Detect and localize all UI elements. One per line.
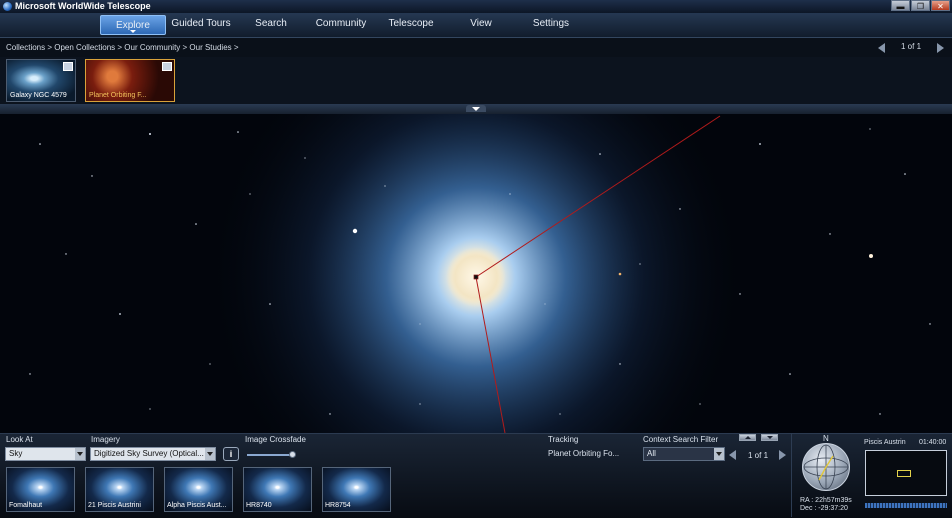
app-title: Microsoft WorldWide Telescope	[15, 1, 151, 11]
thumb-planet-orbiting[interactable]: Planet Orbiting F...	[85, 59, 175, 102]
sky-view[interactable]	[0, 114, 952, 433]
menu-explore[interactable]: Explore	[100, 15, 166, 35]
title-bar: Microsoft WorldWide Telescope ▬ ❐ ✕	[0, 0, 952, 13]
minimize-button[interactable]: ▬	[891, 0, 910, 11]
thumb-badge-icon	[63, 62, 73, 71]
look-at-label: Look At	[6, 435, 33, 444]
main-menu: Explore Guided Tours Search Community Te…	[0, 13, 952, 38]
imagery-dropdown[interactable]: Digitized Sky Survey (Optical...	[90, 447, 216, 461]
collection-pager: 1 of 1	[901, 42, 922, 51]
context-thumb-label: Alpha Piscis Aust...	[167, 502, 227, 509]
target-marker	[473, 274, 479, 280]
chevron-down-icon	[714, 448, 724, 460]
chevron-down-icon	[75, 448, 85, 460]
menu-view[interactable]: View	[452, 18, 510, 29]
menu-community[interactable]: Community	[308, 18, 374, 29]
crossfade-slider[interactable]	[247, 454, 295, 456]
context-thumb-fomalhaut[interactable]: Fomalhaut	[6, 467, 75, 512]
thumb-label: Galaxy NGC 4579	[10, 92, 67, 99]
bright-star	[869, 254, 873, 258]
north-label: N	[823, 434, 829, 443]
context-thumb-label: Fomalhaut	[9, 502, 43, 509]
menu-guided-tours[interactable]: Guided Tours	[166, 18, 236, 29]
chevron-down-icon	[205, 448, 215, 460]
collection-thumbnails: Galaxy NGC 4579 Planet Orbiting F...	[0, 57, 952, 104]
context-next-icon[interactable]	[779, 450, 786, 460]
look-at-value: Sky	[9, 449, 23, 458]
context-filter-label: Context Search Filter	[643, 435, 719, 444]
thumb-galaxy-ngc-4579[interactable]: Galaxy NGC 4579	[6, 59, 76, 102]
app-globe-icon	[3, 2, 12, 11]
prev-page-icon[interactable]	[878, 43, 885, 53]
context-thumb-hr8740[interactable]: HR8740	[243, 467, 312, 512]
context-thumb-hr8754[interactable]: HR8754	[322, 467, 391, 512]
thumb-badge-icon	[162, 62, 172, 71]
globe-grid-icon	[803, 444, 849, 490]
context-filter-dropdown[interactable]: All	[643, 447, 725, 461]
close-button[interactable]: ✕	[931, 0, 950, 11]
restore-button[interactable]: ❐	[911, 0, 930, 11]
view-marker-icon	[897, 470, 911, 477]
crossfade-label: Image Crossfade	[245, 435, 306, 444]
thumb-label: Planet Orbiting F...	[89, 92, 147, 99]
info-button[interactable]: i	[223, 447, 239, 461]
imagery-value: Digitized Sky Survey (Optical...	[94, 449, 204, 458]
context-thumb-alpha-piscis[interactable]: Alpha Piscis Aust...	[164, 467, 233, 512]
breadcrumb[interactable]: Collections > Open Collections > Our Com…	[6, 43, 239, 52]
dec-readout: Dec : -29:37:20	[800, 505, 848, 512]
menu-settings[interactable]: Settings	[520, 18, 582, 29]
menu-telescope[interactable]: Telescope	[378, 18, 444, 29]
window-controls: ▬ ❐ ✕	[891, 0, 950, 11]
context-prev-icon[interactable]	[729, 450, 736, 460]
next-page-icon[interactable]	[937, 43, 944, 53]
breadcrumb-bar: Collections > Open Collections > Our Com…	[0, 38, 952, 57]
imagery-label: Imagery	[91, 435, 120, 444]
context-filter-value: All	[647, 449, 656, 458]
context-thumb-21-piscis-austrini[interactable]: 21 Piscis Austrini	[85, 467, 154, 512]
explore-dropdown-icon	[130, 30, 136, 33]
orientation-globe-icon[interactable]	[802, 443, 850, 491]
collapse-chevron-icon	[472, 107, 480, 111]
context-pager: 1 of 1	[748, 451, 769, 460]
context-thumb-label: 21 Piscis Austrini	[88, 502, 141, 509]
bright-star	[352, 228, 358, 234]
context-thumb-label: HR8754	[325, 502, 351, 509]
context-thumb-label: HR8740	[246, 502, 272, 509]
scroll-down-button[interactable]	[761, 434, 778, 441]
tracking-value: Planet Orbiting Fo...	[548, 449, 620, 458]
time-scale-bar[interactable]	[865, 503, 947, 508]
ra-readout: RA : 22h57m39s	[800, 497, 852, 504]
scroll-up-button[interactable]	[739, 434, 756, 441]
look-at-dropdown[interactable]: Sky	[5, 447, 86, 461]
clock-time[interactable]: 01:40:00	[919, 439, 946, 446]
menu-search[interactable]: Search	[240, 18, 302, 29]
constellation-name: Piscis Austrin	[864, 439, 906, 446]
orange-star	[618, 272, 622, 276]
tracking-label: Tracking	[548, 435, 579, 444]
